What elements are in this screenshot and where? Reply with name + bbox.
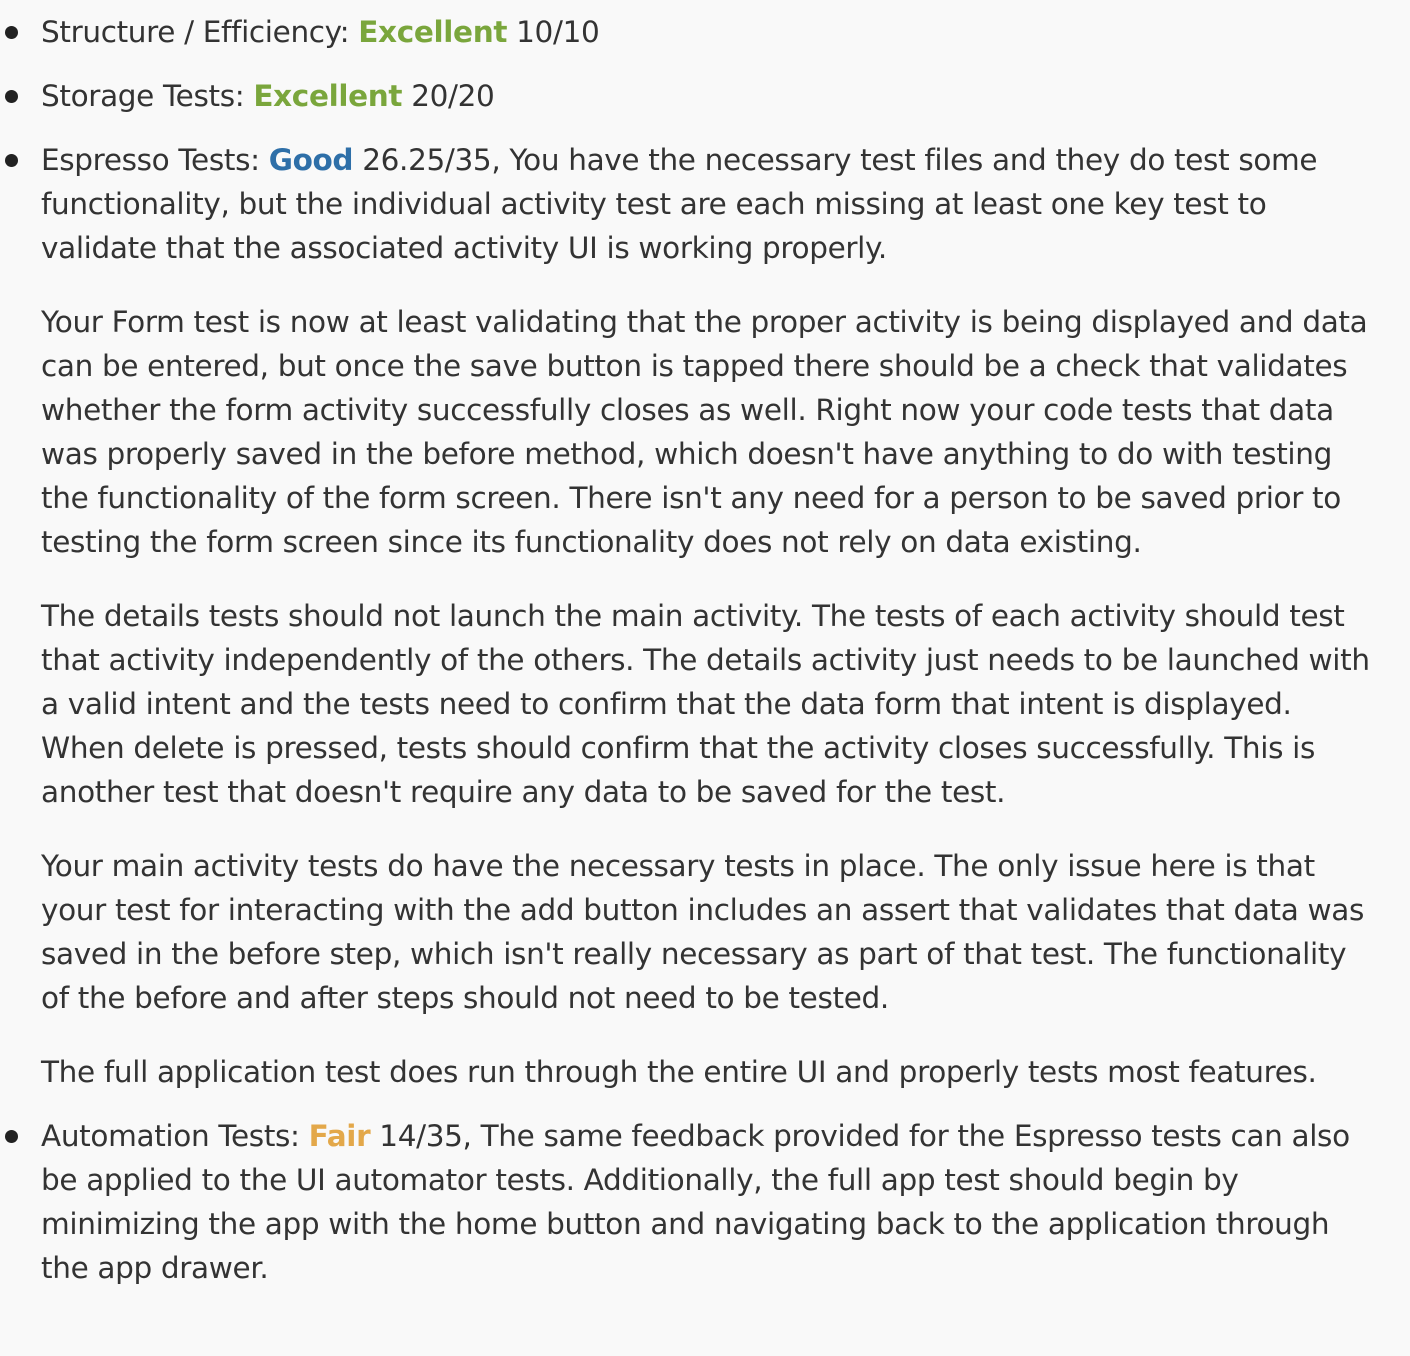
feedback-item-structure: Structure / Efficiency: Excellent 10/10 — [0, 10, 1410, 54]
bullet-icon — [5, 90, 18, 103]
feedback-item-storage: Storage Tests: Excellent 20/20 — [0, 74, 1410, 118]
feedback-paragraph-full-app: The full application test does run throu… — [41, 1055, 1317, 1089]
item-score: 20/20 — [402, 79, 495, 113]
feedback-paragraph-form: Your Form test is now at least validatin… — [41, 305, 1368, 559]
bullet-icon — [5, 154, 18, 167]
item-line: Storage Tests: Excellent 20/20 — [41, 74, 1370, 118]
rating-excellent: Excellent — [253, 79, 403, 113]
rating-excellent: Excellent — [358, 15, 508, 49]
item-line: Structure / Efficiency: Excellent 10/10 — [41, 10, 1370, 54]
item-label: Automation Tests: — [41, 1119, 309, 1153]
feedback-item-espresso: Espresso Tests: Good 26.25/35, You have … — [0, 138, 1410, 1094]
feedback-list: Structure / Efficiency: Excellent 10/10 … — [0, 0, 1410, 1290]
rating-fair: Fair — [308, 1119, 371, 1153]
item-label: Espresso Tests: — [41, 143, 269, 177]
item-score: 10/10 — [507, 15, 600, 49]
rating-good: Good — [268, 143, 354, 177]
item-line: Automation Tests: Fair 14/35, The same f… — [41, 1114, 1370, 1290]
item-label: Structure / Efficiency: — [41, 15, 359, 49]
bullet-icon — [5, 1130, 18, 1143]
item-line: Espresso Tests: Good 26.25/35, You have … — [41, 138, 1370, 270]
bullet-icon — [5, 26, 18, 39]
feedback-paragraph-details: The details tests should not launch the … — [41, 599, 1370, 809]
feedback-item-automation: Automation Tests: Fair 14/35, The same f… — [0, 1114, 1410, 1290]
item-label: Storage Tests: — [41, 79, 254, 113]
feedback-paragraph-main: Your main activity tests do have the nec… — [41, 849, 1365, 1015]
